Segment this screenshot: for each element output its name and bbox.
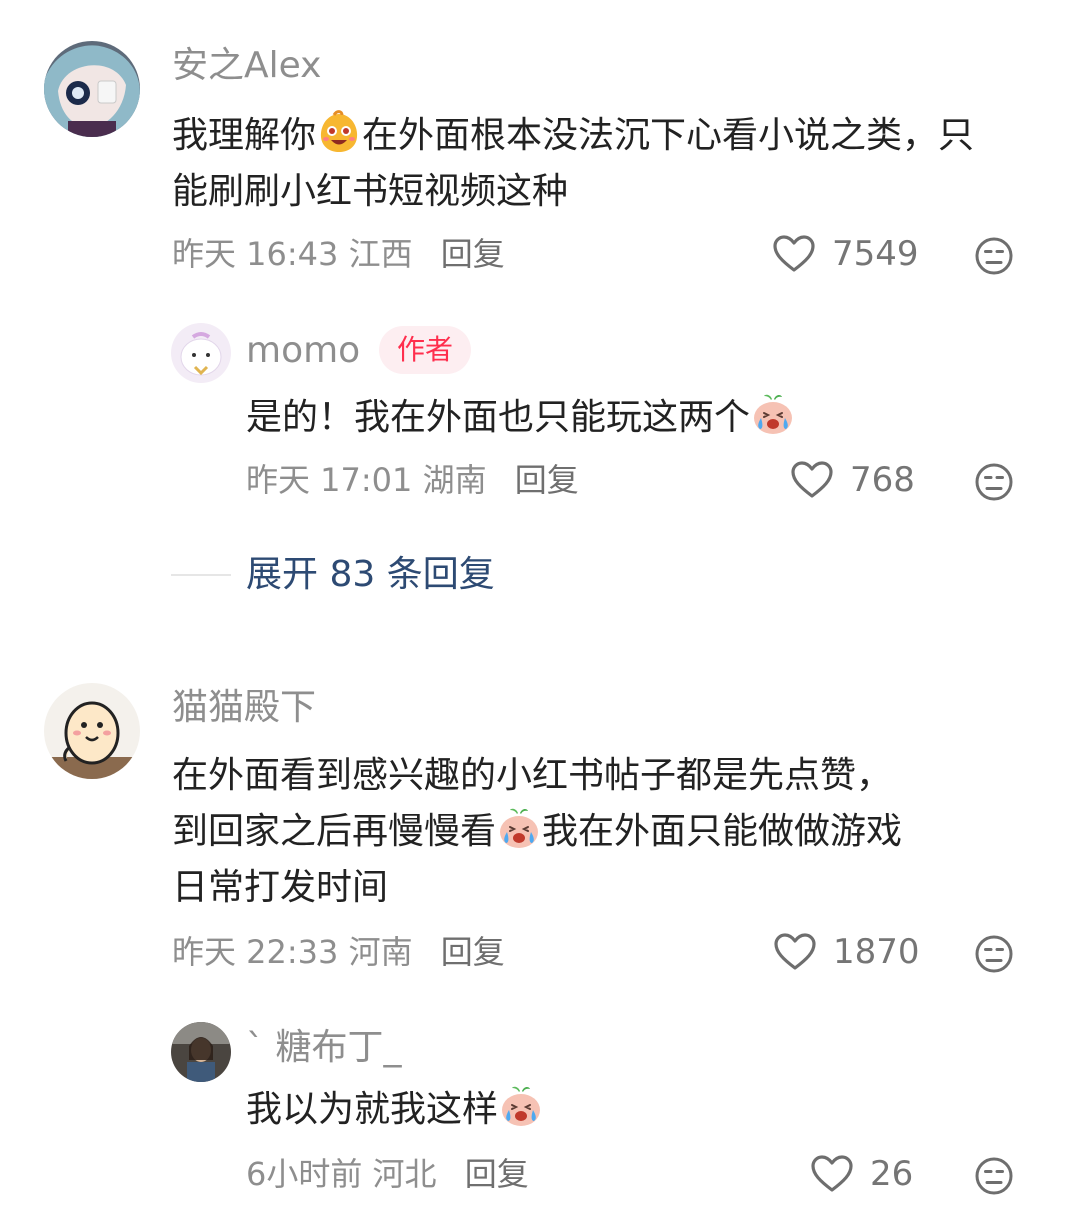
comment-text: 在外面看到感兴趣的小红书帖子都是先点赞， 到回家之后再慢慢看 我在外面只能做做游戏…: [172, 748, 1042, 916]
crying-peach-emoji: [750, 391, 796, 437]
comment-username[interactable]: 猫猫殿下: [172, 686, 316, 730]
reply-username[interactable]: ` 糖布丁_: [246, 1026, 401, 1070]
reply-text: 我以为就我这样: [246, 1082, 1006, 1138]
comment-time: 昨天 22:33: [172, 933, 339, 971]
comment-location: 河南: [348, 933, 413, 971]
reply-button[interactable]: 回复: [465, 1155, 529, 1193]
comment-text-line: 到回家之后再慢慢看 我在外面只能做做游戏: [172, 804, 1042, 860]
reply-location: 河北: [372, 1155, 437, 1193]
heart-icon: [773, 932, 817, 972]
comment-username[interactable]: 安之Alex: [172, 44, 321, 88]
happy-face-emoji: [316, 109, 362, 155]
comment-text-line: 日常打发时间: [172, 867, 389, 908]
like-button[interactable]: 1870: [773, 932, 920, 972]
reply-time: 昨天 17:01: [246, 461, 413, 499]
like-count: 1870: [833, 932, 920, 972]
comment-text-line: 在外面看到感兴趣的小红书帖子都是先点赞，: [172, 755, 893, 796]
reply-meta: 昨天 17:01 湖南 回复: [246, 460, 579, 500]
like-button[interactable]: 7549: [772, 234, 919, 274]
expand-divider: [171, 574, 231, 576]
heart-icon: [772, 234, 816, 274]
dislike-face-icon[interactable]: [974, 934, 1014, 974]
like-count: 7549: [832, 234, 919, 274]
reply-text: 是的！我在外面也只能玩这两个: [246, 390, 1006, 446]
like-button[interactable]: 768: [790, 460, 915, 500]
comment-text-part: 到回家之后再慢慢看: [172, 811, 497, 852]
like-count: 26: [870, 1154, 914, 1194]
reply-button[interactable]: 回复: [441, 235, 505, 273]
crying-peach-emoji: [498, 1083, 544, 1129]
reply-time: 6小时前: [246, 1155, 363, 1193]
like-count: 768: [850, 460, 915, 500]
reply-text-part: 是的！我在外面也只能玩这两个: [246, 397, 751, 438]
avatar-user-anzhi[interactable]: [44, 41, 140, 137]
dislike-face-icon[interactable]: [974, 236, 1014, 276]
reply-location: 湖南: [422, 461, 487, 499]
reply-button[interactable]: 回复: [515, 461, 579, 499]
comment-text-part: 我理解你: [172, 115, 317, 156]
comment-text: 我理解你 在外面根本没法沉下心看小说之类，只能刷刷小红书短视频这种: [172, 108, 992, 220]
dislike-face-icon[interactable]: [974, 462, 1014, 502]
crying-peach-emoji: [496, 805, 542, 851]
comment-meta: 昨天 16:43 江西 回复: [172, 234, 505, 274]
reply-username[interactable]: momo: [246, 329, 360, 373]
heart-icon: [790, 460, 834, 500]
comment-location: 江西: [348, 235, 413, 273]
comment-time: 昨天 16:43: [172, 235, 339, 273]
expand-replies-button[interactable]: 展开 83 条回复: [246, 553, 495, 597]
comment-text-part: 我在外面只能做做游戏: [542, 811, 903, 852]
reply-text-part: 我以为就我这样: [246, 1089, 499, 1130]
reply-button[interactable]: 回复: [441, 933, 505, 971]
comment-meta: 昨天 22:33 河南 回复: [172, 932, 505, 972]
avatar-user-maomao[interactable]: [44, 683, 140, 779]
avatar-user-momo[interactable]: [171, 323, 231, 383]
dislike-face-icon[interactable]: [974, 1156, 1014, 1196]
author-badge: 作者: [379, 326, 472, 374]
avatar-user-tangbuding[interactable]: [171, 1022, 231, 1082]
heart-icon: [810, 1154, 854, 1194]
like-button[interactable]: 26: [810, 1154, 913, 1194]
reply-meta: 6小时前 河北 回复: [246, 1154, 529, 1194]
